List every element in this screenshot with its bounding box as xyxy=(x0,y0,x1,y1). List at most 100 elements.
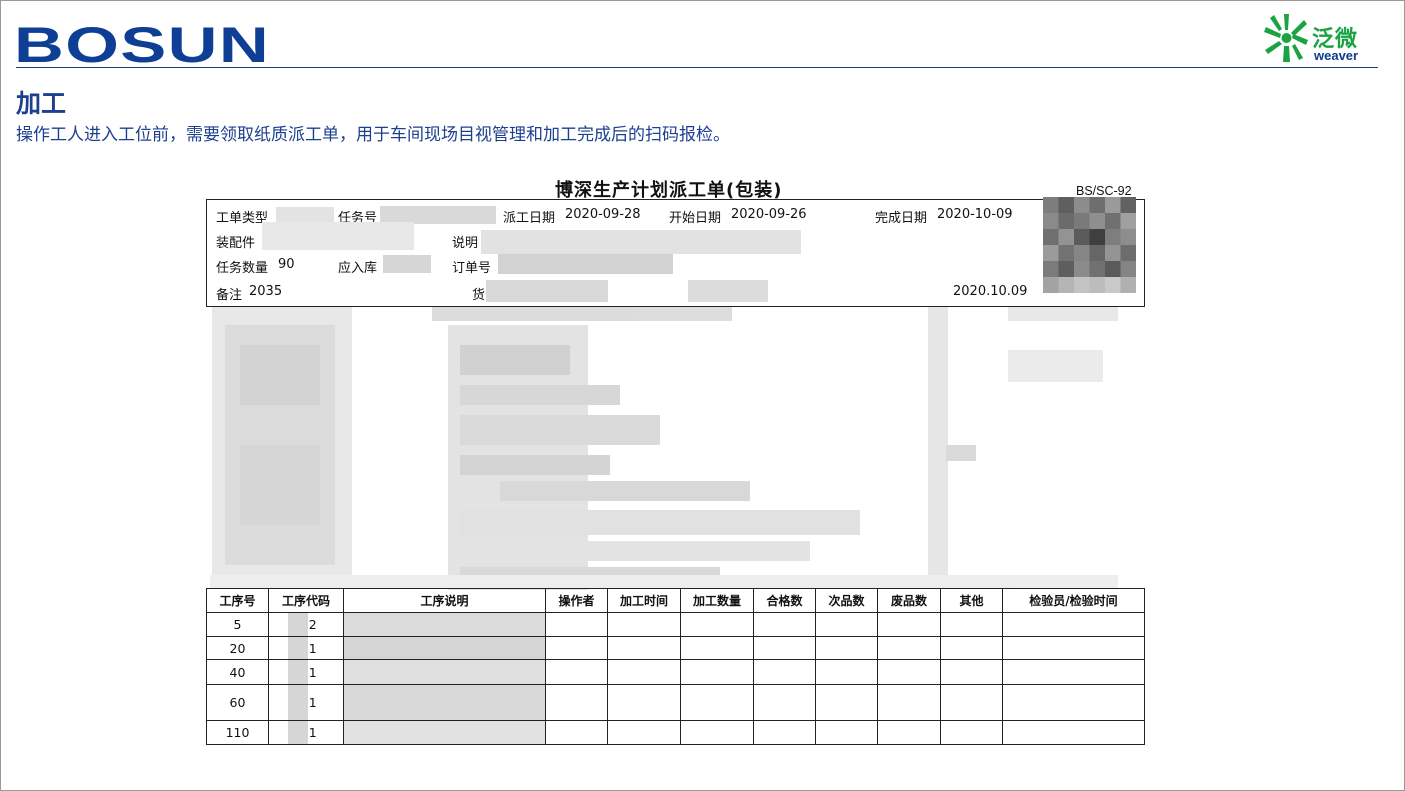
op-desc-cell xyxy=(343,720,546,745)
empty-cell xyxy=(607,636,681,660)
redacted-block xyxy=(288,685,308,720)
empty-cell xyxy=(815,636,878,660)
empty-cell xyxy=(877,612,941,637)
empty-cell xyxy=(1002,612,1145,637)
op-code-cell: H 1 xyxy=(268,684,344,721)
task-qty: 90 xyxy=(278,257,295,272)
empty-cell xyxy=(545,636,608,660)
empty-cell xyxy=(940,659,1003,685)
seq-cell: 40 xyxy=(206,659,269,685)
redacted-block xyxy=(688,280,768,302)
finish-date-label: 完成日期 xyxy=(875,211,928,226)
empty-cell xyxy=(607,720,681,745)
empty-cell xyxy=(815,720,878,745)
dispatch-date-label: 派工日期 xyxy=(503,211,556,226)
empty-cell xyxy=(877,636,941,660)
empty-cell xyxy=(607,659,681,685)
dispatch-date: 2020-09-28 xyxy=(565,207,641,222)
empty-cell xyxy=(753,684,816,721)
col-header: 废品数 xyxy=(877,588,941,613)
redacted-block xyxy=(288,660,308,684)
col-header: 工序说明 xyxy=(343,588,546,613)
document-code: BS/SC-92 xyxy=(1076,184,1132,198)
empty-cell xyxy=(753,612,816,637)
start-date-label: 开始日期 xyxy=(669,211,722,226)
op-code-cell: H 2 xyxy=(268,612,344,637)
op-desc-cell xyxy=(343,612,546,637)
redacted-block xyxy=(498,254,673,274)
empty-cell xyxy=(753,636,816,660)
op-desc-cell xyxy=(343,684,546,721)
empty-cell xyxy=(877,659,941,685)
empty-cell xyxy=(940,636,1003,660)
part-label: 装配件 xyxy=(216,236,256,251)
seq-cell: 5 xyxy=(206,612,269,637)
op-code-cell: H 1 xyxy=(268,720,344,745)
col-header: 次品数 xyxy=(815,588,878,613)
col-header: 其他 xyxy=(940,588,1003,613)
table-row: 60 H 1 xyxy=(206,684,1145,721)
col-header: 检验员/检验时间 xyxy=(1002,588,1145,613)
empty-cell xyxy=(680,684,754,721)
redacted-block xyxy=(288,637,308,659)
remark-value: 2035 xyxy=(249,284,283,299)
operations-table: 工序号 工序代码 工序说明 操作者 加工时间 加工数量 合格数 次品数 废品数 … xyxy=(206,588,1145,745)
empty-cell xyxy=(815,684,878,721)
empty-cell xyxy=(877,720,941,745)
start-date: 2020-09-26 xyxy=(731,207,807,222)
op-code-cell: H 1 xyxy=(268,659,344,685)
order-type-label: 工单类型 xyxy=(216,211,269,226)
dispatch-order-document: 博深生产计划派工单(包装) BS/SC-92 工单类型 任务号 派工日期 202… xyxy=(0,0,1405,791)
redacted-block xyxy=(288,721,308,744)
empty-cell xyxy=(680,636,754,660)
inbound-label: 应入库 xyxy=(338,261,378,276)
note-label: 说明 xyxy=(452,236,479,251)
empty-cell xyxy=(1002,720,1145,745)
col-header: 加工数量 xyxy=(680,588,754,613)
table-row: 40 H 1 xyxy=(206,659,1145,685)
empty-cell xyxy=(753,659,816,685)
empty-cell xyxy=(877,684,941,721)
empty-cell xyxy=(545,612,608,637)
op-desc-cell xyxy=(343,659,546,685)
seq-cell: 110 xyxy=(206,720,269,745)
empty-cell xyxy=(1002,636,1145,660)
empty-cell xyxy=(1002,659,1145,685)
redacted-block xyxy=(383,255,431,273)
empty-cell xyxy=(607,612,681,637)
empty-cell xyxy=(607,684,681,721)
redacted-block xyxy=(288,613,308,636)
remark-label: 备注 xyxy=(216,288,243,303)
redacted-block xyxy=(486,280,608,302)
op-code-cell: H 1 xyxy=(268,636,344,660)
empty-cell xyxy=(753,720,816,745)
empty-cell xyxy=(545,684,608,721)
empty-cell xyxy=(680,720,754,745)
qr-code-image xyxy=(1043,197,1136,293)
redacted-block xyxy=(276,207,334,223)
empty-cell xyxy=(545,659,608,685)
redacted-block xyxy=(481,230,801,254)
col-header: 工序代码 xyxy=(268,588,344,613)
redacted-block xyxy=(262,222,414,250)
col-header: 加工时间 xyxy=(607,588,681,613)
finish-date: 2020-10-09 xyxy=(937,207,1013,222)
op-desc-cell xyxy=(343,636,546,660)
empty-cell xyxy=(815,612,878,637)
empty-cell xyxy=(940,612,1003,637)
empty-cell xyxy=(680,612,754,637)
table-row: 110 H 1 xyxy=(206,720,1145,745)
empty-cell xyxy=(545,720,608,745)
redacted-content-area xyxy=(210,307,1118,590)
table-row: 5 H 2 xyxy=(206,612,1145,637)
empty-cell xyxy=(680,659,754,685)
empty-cell xyxy=(940,684,1003,721)
print-date: 2020.10.09 xyxy=(953,284,1028,299)
task-qty-label: 任务数量 xyxy=(216,261,269,276)
empty-cell xyxy=(1002,684,1145,721)
col-header: 合格数 xyxy=(753,588,816,613)
seq-cell: 60 xyxy=(206,684,269,721)
col-header: 工序号 xyxy=(206,588,269,613)
empty-cell xyxy=(815,659,878,685)
col-header: 操作者 xyxy=(545,588,608,613)
